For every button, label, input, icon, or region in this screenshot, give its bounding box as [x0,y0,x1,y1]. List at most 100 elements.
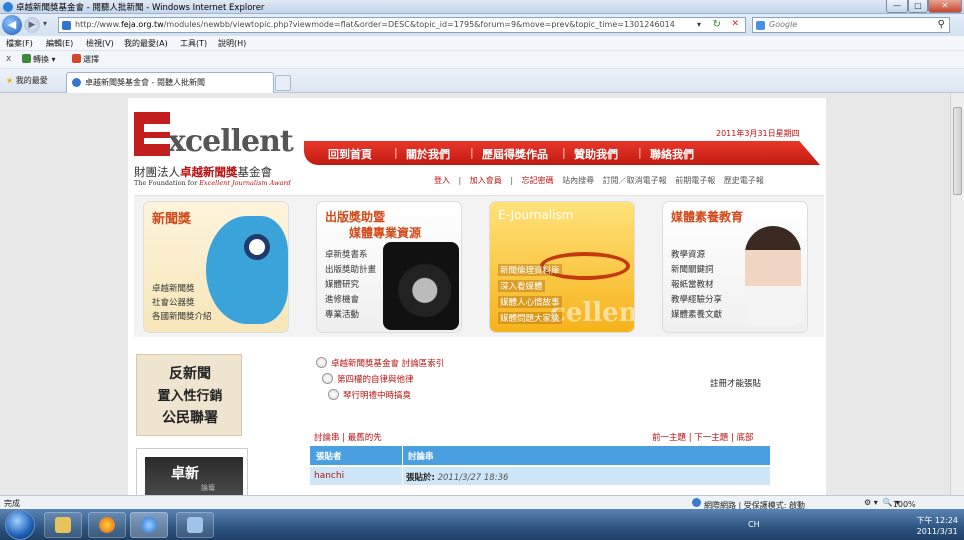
ime-indicator[interactable]: CH [748,520,760,529]
card-media-literacy[interactable]: 媒體素養教育 教學資源 新聞關鍵詞 報紙當教材 教學經驗分享 媒體素養文獻 [663,202,807,332]
page-viewport: xcellent 財團法人卓越新聞獎基金會 The Foundation for… [0,93,964,495]
login-link[interactable]: 登入 [434,176,450,185]
command-toolbar: x 轉換 ▾ 選擇 [0,51,964,69]
card-link-book-series[interactable]: 卓新獎書系 [325,248,368,260]
menu-edit[interactable]: 編輯(E) [46,38,73,49]
clock-date: 2011/3/31 [916,527,958,536]
card-link-experience[interactable]: 教學經驗分享 [671,293,722,305]
card-link-ethics-db[interactable]: 新聞倫理資料庫 [498,264,562,276]
card-news-award[interactable]: 新聞獎 卓越新聞獎 社會公器獎 各國新聞獎介紹 [144,202,288,332]
star-icon: ★ [6,76,14,85]
card-link-public-award[interactable]: 社會公器獎 [152,296,195,308]
card-link-events[interactable]: 專業活動 [325,308,359,320]
web-page: xcellent 財團法人卓越新聞獎基金會 The Foundation for… [128,98,826,495]
petition-line-1: 反新聞 [169,366,211,382]
post-author[interactable]: hanchi [314,471,344,481]
card-publishing[interactable]: 出版獎助暨 媒體專業資源 卓新獎書系 出版獎助計畫 媒體研究 進修機會 專業活動 [317,202,461,332]
card-link-discussion[interactable]: 媒體問題大家談 [498,312,562,324]
card-link-intl-awards[interactable]: 各國新聞獎介紹 [152,310,212,322]
petition-banner[interactable]: 反新聞 置入性行銷 公民聯署 [136,354,242,436]
thread-navigation[interactable]: 前一主題 | 下一主題 | 底部 [652,431,754,443]
taskbar-window[interactable] [176,512,214,538]
folder-icon [55,517,71,533]
card-link-research[interactable]: 媒體研究 [325,278,359,290]
start-button[interactable] [6,511,34,539]
logo-english-name: The Foundation for Excellent Journalism … [134,179,291,187]
bullet-icon [322,373,333,384]
card-link-stories[interactable]: 媒體人心情故事 [498,296,562,308]
stop-icon[interactable]: ✕ [731,19,739,29]
subscribe-newsletter-link[interactable]: 訂閱／取消電子報 [603,176,667,185]
card-link-training[interactable]: 進修機會 [325,293,359,305]
search-icon[interactable]: ⚲ [938,19,945,30]
card-e-journalism[interactable]: cellent E-Journalism 新聞倫理資料庫 深入看媒體 媒體人心情… [490,202,634,332]
menu-favorites[interactable]: 我的最愛(A) [124,38,168,49]
refresh-icon[interactable]: ↻ [713,19,721,30]
nav-sponsor[interactable]: 贊助我們 [574,146,618,162]
forgot-password-link[interactable]: 忘記密碼 [522,176,554,185]
close-button[interactable]: ✕ [928,0,962,13]
card-link-literature[interactable]: 媒體素養文獻 [671,308,722,320]
thread-view-options[interactable]: 討論串 | 最舊的先 [314,431,382,443]
card-link-excellent-award[interactable]: 卓越新聞獎 [152,282,195,294]
nav-home[interactable]: 回到首頁 [328,146,372,162]
card-link-media-view[interactable]: 深入看媒體 [498,280,545,292]
nav-past-winners[interactable]: 歷屆得獎作品 [482,146,548,162]
breadcrumb-topic[interactable]: 琴行明禮中時搞臭 [328,389,411,401]
breadcrumb-forum-index[interactable]: 卓越新聞獎基金會 討論區索引 [316,357,444,369]
back-button[interactable]: ◀ [2,15,22,35]
globe-icon [692,498,701,507]
student-photo [745,226,801,326]
menu-help[interactable]: 說明(H) [218,38,246,49]
newsletter-archive-link[interactable]: 歷史電子報 [724,176,764,185]
nav-separator: | [394,146,398,159]
card-link-keywords[interactable]: 新聞關鍵詞 [671,263,714,275]
minimize-button[interactable]: — [886,0,908,13]
menu-file[interactable]: 檔案(F) [6,38,33,49]
card-title: 媒體素養教育 [671,210,744,224]
search-placeholder: Google [769,20,798,29]
taskbar-media[interactable] [88,512,126,538]
new-tab-button[interactable] [275,75,291,91]
card-link-newspaper[interactable]: 報紙當教材 [671,278,714,290]
go-dropdown-icon[interactable]: ▾ [697,20,701,29]
search-input[interactable]: Google ⚲ [752,17,950,33]
address-bar-row: ◀ ▶ ▾ http://www.feja.org.tw/modules/new… [0,14,964,36]
nav-contact[interactable]: 聯絡我們 [650,146,694,162]
select-button[interactable]: 選擇 [72,54,99,65]
menu-tools[interactable]: 工具(T) [180,38,207,49]
card-subtitle: 媒體專業資源 [349,226,422,240]
previous-newsletter-link[interactable]: 前期電子報 [675,176,715,185]
select-icon [72,54,81,63]
mascot-illustration [206,216,288,324]
card-link-teaching[interactable]: 教學資源 [671,248,705,260]
page-favicon-icon [62,21,71,30]
breadcrumb-category[interactable]: 第四權的自律與他律 [322,373,414,385]
thread-header: 張貼者 討論串 [310,446,770,465]
menu-view[interactable]: 檢視(V) [86,38,114,49]
maximize-button[interactable]: □ [908,0,928,13]
forward-button[interactable]: ▶ [24,17,40,33]
taskbar-explorer[interactable] [44,512,82,538]
toolbar-close-icon[interactable]: x [6,54,11,64]
forum-banner-title: 卓新 [171,466,199,482]
nav-about[interactable]: 關於我們 [406,146,450,162]
security-zone: 網際網路 | 受保護模式: 啟動 [692,498,805,510]
join-member-link[interactable]: 加入會員 [470,176,502,185]
clock[interactable]: 下午 12:24 2011/3/31 [916,515,958,537]
window-title-bar: 卓越新聞獎基金會 - 閱聽人批新聞 - Windows Internet Exp… [0,0,964,14]
convert-button[interactable]: 轉換 ▾ [22,54,56,65]
favorites-button[interactable]: ★ 我的最愛 [6,75,48,86]
taskbar-ie[interactable] [130,512,168,538]
zoom-control[interactable]: ⚙ ▾ 🔍 100% ▾ [864,498,916,509]
card-link-grants[interactable]: 出版獎助計畫 [325,263,376,275]
browser-tab[interactable]: 卓越新聞獎基金會 - 閱聽人批新聞 [66,72,274,93]
vertical-scrollbar[interactable] [950,93,964,495]
scrollbar-thumb[interactable] [953,107,962,195]
bullet-icon [328,389,339,400]
address-input[interactable]: http://www.feja.org.tw/modules/newbb/vie… [58,17,746,33]
tab-favicon-icon [72,78,81,87]
site-search-link[interactable]: 站內搜尋 [562,176,594,185]
history-dropdown-icon[interactable]: ▾ [43,19,47,28]
forum-banner[interactable]: 卓新 論壇 [136,448,248,495]
